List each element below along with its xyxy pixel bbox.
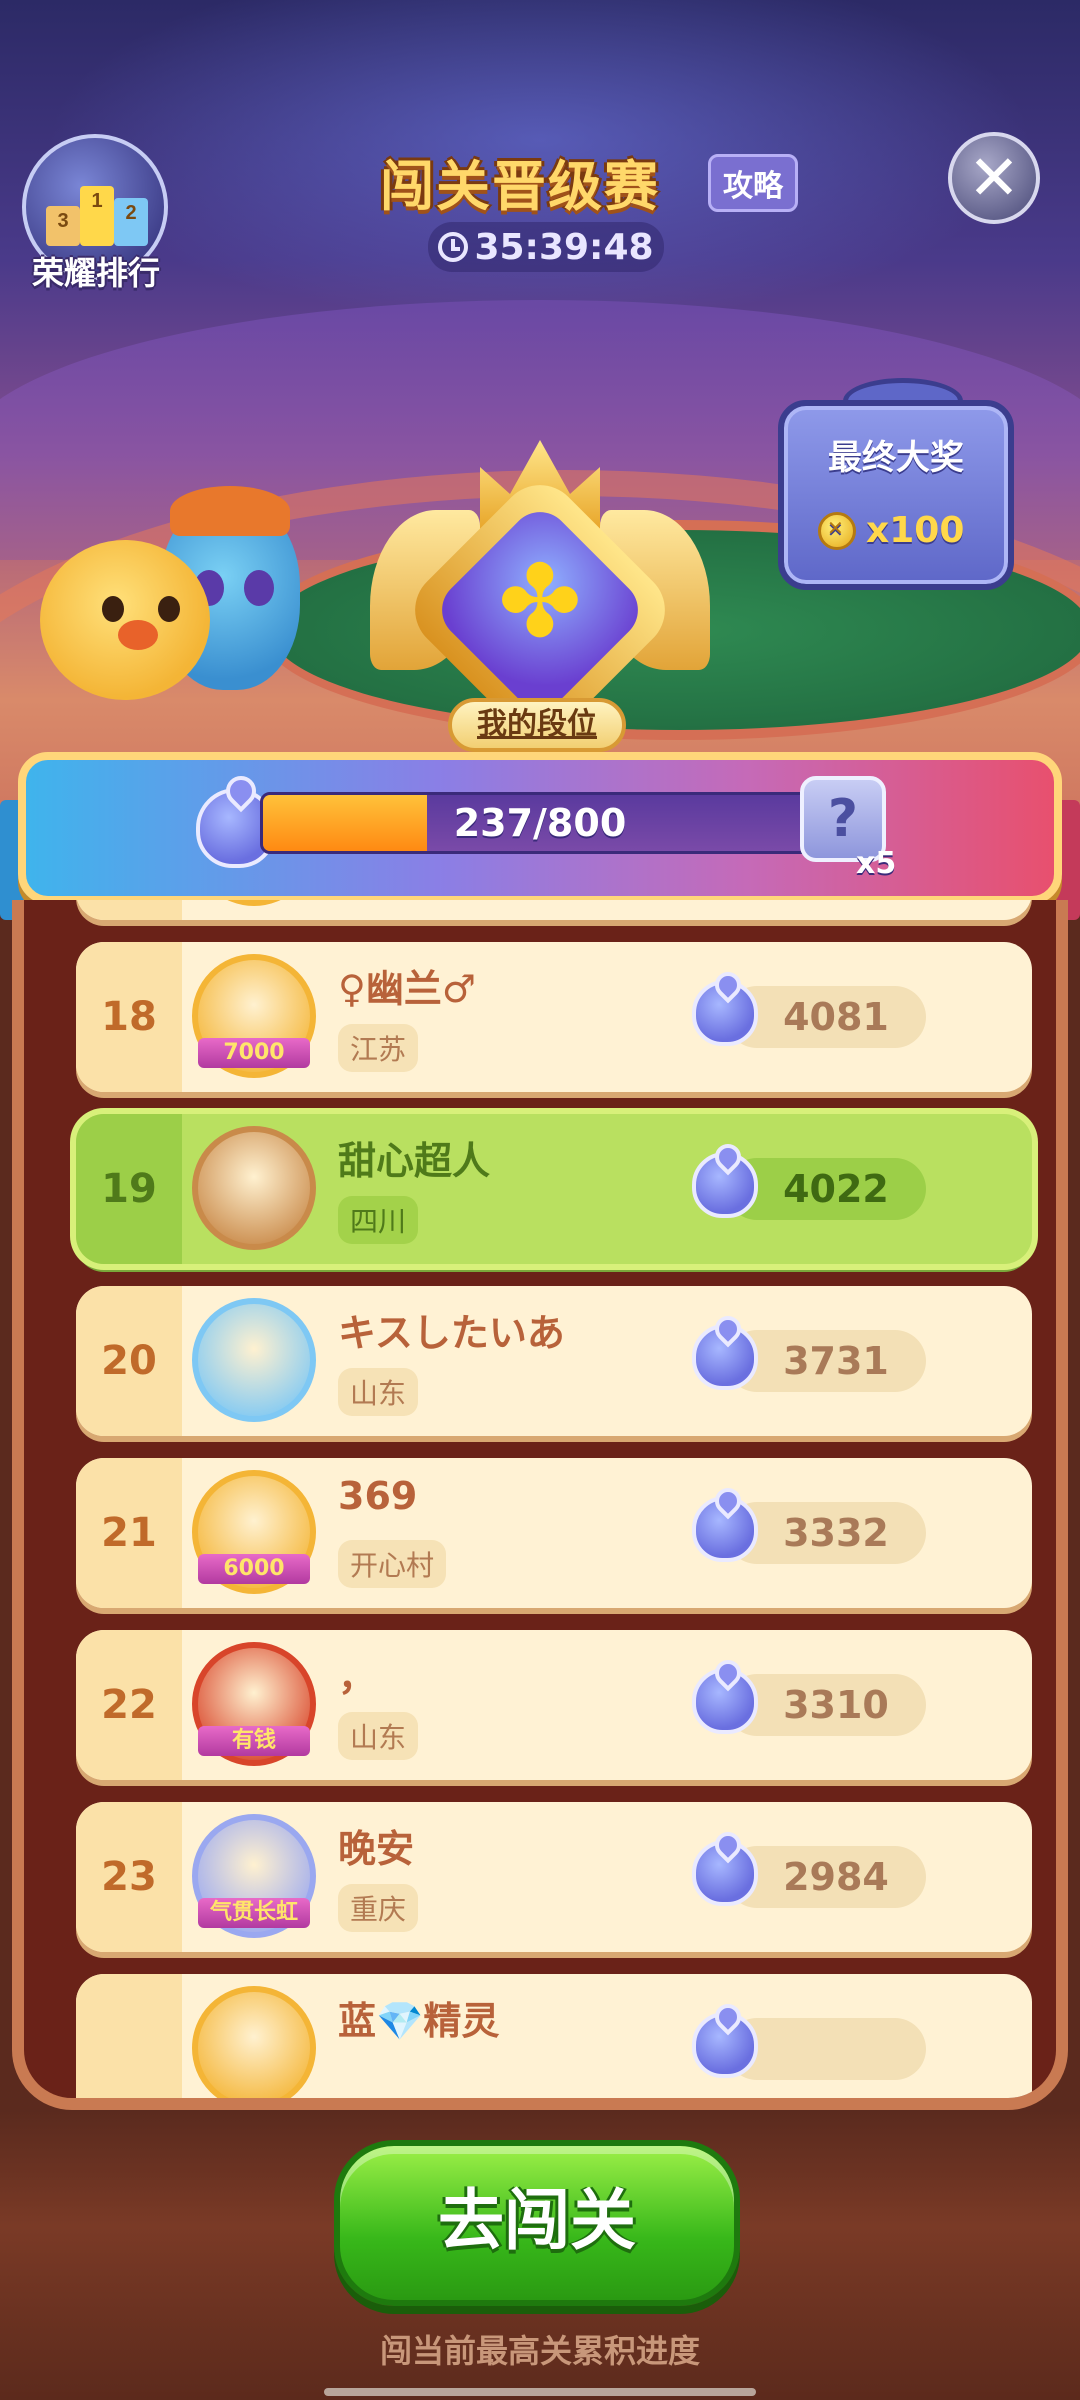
rank-number [76,1974,182,2098]
podium-first: 1 [80,186,114,246]
honor-ranking-label: 荣耀排行 [31,254,160,292]
player-region: 重庆 [338,1884,419,1932]
hint-text: 闯当前最高关累积进度 [379,2332,700,2370]
avatar[interactable] [192,1126,316,1250]
avatar[interactable] [192,1298,316,1422]
leaderboard-row[interactable]: 22 有钱 ， 山东 3310 [76,1630,1032,1780]
leaderboard-row[interactable]: 18 7000 ♀幽兰♂ 江苏 4081 [76,942,1032,1092]
player-score: 3332 [783,1511,889,1555]
rank-number: 22 [101,1682,157,1728]
player-name: 369 [338,1474,418,1518]
avatar[interactable] [192,1986,316,2098]
coin-icon [818,511,856,550]
player-score: 3731 [783,1339,889,1383]
final-prize-box[interactable]: 最终大奖 x100 [778,400,1014,590]
leaderboard-row[interactable]: 蓝💎精灵 [76,1974,1032,2098]
title-area: 闯关晋级赛 攻略 [380,142,800,218]
player-score: 3310 [783,1683,889,1727]
progress-text: 237/800 [453,801,627,845]
player-region: 开心村 [338,1540,447,1588]
close-icon: ✕ [968,141,1020,214]
player-region: 山东 [338,1712,419,1760]
honor-ranking-button[interactable]: 3 1 2 荣耀排行 [22,134,172,294]
leaderboard-row[interactable]: 20 キスしたいあ山东 3731 [76,1286,1032,1436]
mascot-cap [170,486,290,536]
avatar-ribbon: 有钱 [198,1726,310,1756]
countdown-timer: 35:39:48 [428,222,664,272]
chick-eye [102,596,124,622]
question-mark: ? [827,789,859,849]
close-button[interactable]: ✕ [948,132,1040,224]
player-name: 晚安 [338,1827,415,1871]
leaderboard-panel[interactable]: 179000山东4467 18 7000 ♀幽兰♂ 江苏 4081 19 甜心超人四川 4022… [12,900,1068,2110]
page-title: 闯关晋级赛 [380,155,660,218]
progress-bar: 237/800 [260,792,820,854]
player-name: ♀幽兰♂ [338,967,476,1011]
final-prize-reward: x100 [818,510,964,551]
rank-number: 23 [101,1854,157,1900]
player-name: キスしたいあ [338,1311,565,1355]
avatar-ribbon: 7000 [198,1038,310,1068]
final-prize-title: 最终大奖 [828,438,964,478]
avatar[interactable] [192,900,316,906]
player-region: 江苏 [338,1024,419,1072]
mascot-eye [244,570,274,606]
leaderboard-row-self[interactable]: 19 甜心超人四川 4022 [76,1114,1032,1264]
chick-mascot-character [40,540,210,700]
final-prize-amount: x100 [866,510,965,551]
clover-icon: ✤ [498,543,582,660]
avatar-ribbon: 气贯长虹 [198,1898,310,1928]
player-score: 4081 [783,995,889,1039]
player-region: 山东 [338,1368,419,1416]
chick-beak [118,620,158,650]
leaderboard-row[interactable]: 179000山东4467 [76,900,1032,920]
rank-number: 17 [76,900,182,920]
chick-eye [158,596,180,622]
home-indicator[interactable] [324,2388,756,2396]
my-rank-button[interactable]: 我的段位 [448,698,626,752]
rank-number: 21 [101,1510,157,1556]
player-name: 甜心超人 [338,1139,491,1183]
player-name: 蓝💎精灵 [338,1999,500,2043]
podium-second: 2 [114,198,148,246]
water-drop-icon [692,2012,758,2078]
avatar-ribbon: 6000 [198,1554,310,1584]
puzzle-count: x5 [856,846,897,881]
player-score: 4022 [783,1167,889,1211]
rank-number: 20 [101,1338,157,1384]
countdown-value: 35:39:48 [474,226,654,268]
leaderboard-row[interactable]: 21 6000 369 开心村 3332 [76,1458,1032,1608]
player-score: 2984 [783,1855,889,1899]
strategy-button[interactable]: 攻略 [708,154,798,212]
leaderboard-row[interactable]: 23 气贯长虹 晚安重庆 2984 [76,1802,1032,1952]
podium-third: 3 [46,206,80,246]
player-name: ， [338,1655,377,1699]
go-challenge-button[interactable]: 去闯关 [334,2140,740,2306]
rank-number: 19 [101,1166,157,1212]
player-region: 四川 [338,1196,419,1244]
clock-icon [438,232,469,262]
rank-number: 18 [101,994,157,1040]
